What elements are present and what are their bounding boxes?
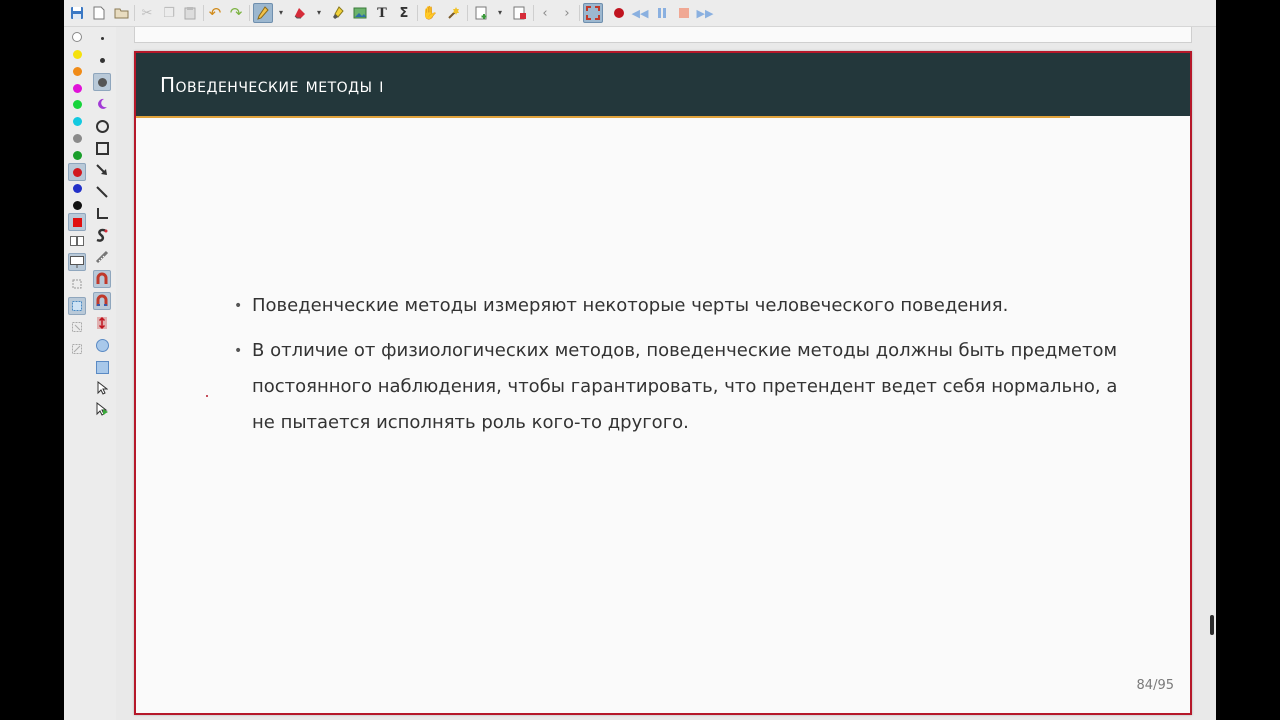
select-object-icon[interactable] xyxy=(68,318,86,336)
record-icon[interactable] xyxy=(609,3,629,23)
list-item: • В отличие от физиологических методов, … xyxy=(234,333,1134,441)
current-slide[interactable]: Поведенческие методы i • Поведенческие м… xyxy=(134,51,1192,715)
bullet-marker: • xyxy=(234,343,243,359)
undo-icon[interactable]: ↶ xyxy=(205,3,225,23)
color-black-swatch[interactable] xyxy=(68,196,86,214)
new-page-icon[interactable] xyxy=(89,3,109,23)
dropdown-arrow-icon[interactable]: ▾ xyxy=(314,3,324,23)
circle-icon[interactable] xyxy=(93,117,111,135)
text-icon[interactable]: T xyxy=(372,3,392,23)
annotation-dot xyxy=(206,395,208,397)
select-tool-icon[interactable] xyxy=(444,3,464,23)
latex-icon[interactable]: Σ xyxy=(394,3,414,23)
fast-forward-icon[interactable]: ▶▶ xyxy=(695,3,715,23)
ellipse-fill-icon[interactable] xyxy=(93,336,111,354)
open-folder-icon[interactable] xyxy=(111,3,131,23)
current-color-indicator[interactable] xyxy=(68,213,86,231)
cut-icon[interactable]: ✂ xyxy=(137,3,157,23)
vertical-scrollbar[interactable] xyxy=(1210,615,1214,635)
color-cyan-swatch[interactable] xyxy=(68,112,86,130)
select-area-icon[interactable] xyxy=(68,340,86,358)
medium-dot-icon[interactable] xyxy=(93,51,111,69)
pause-icon[interactable] xyxy=(652,3,672,23)
previous-slide-edge xyxy=(134,27,1192,43)
arrow-icon[interactable] xyxy=(93,161,111,179)
dropdown-arrow-icon[interactable]: ▾ xyxy=(495,3,505,23)
eraser-icon[interactable] xyxy=(291,3,311,23)
large-dot-icon[interactable] xyxy=(93,73,111,91)
line-icon[interactable] xyxy=(93,183,111,201)
pen-tool-icon[interactable] xyxy=(253,3,273,23)
bullet-text: В отличие от физиологических методов, по… xyxy=(252,340,1118,433)
paste-icon[interactable] xyxy=(180,3,200,23)
angle-icon[interactable] xyxy=(93,205,111,223)
color-blue-swatch[interactable] xyxy=(68,179,86,197)
two-pages-icon[interactable] xyxy=(68,232,86,250)
main-toolbar: ✂ ❐ ↶ ↷ ▾ ▾ T Σ ✋ ▾ ‹ › ◀◀ ▶▶ xyxy=(64,0,1216,27)
color-green-swatch[interactable] xyxy=(68,95,86,113)
bullet-marker: • xyxy=(234,298,243,314)
redo-icon[interactable]: ↷ xyxy=(226,3,246,23)
stop-icon[interactable] xyxy=(674,3,694,23)
header-progress-rule xyxy=(136,116,1070,118)
hand-icon[interactable]: ✋ xyxy=(420,3,440,23)
highlighter-icon[interactable] xyxy=(328,3,348,23)
copy-icon[interactable]: ❐ xyxy=(159,3,179,23)
image-icon[interactable] xyxy=(350,3,370,23)
magnet-fill-icon[interactable] xyxy=(93,292,111,310)
small-dot-icon[interactable] xyxy=(93,29,111,47)
save-icon[interactable] xyxy=(67,3,87,23)
add-page-icon[interactable] xyxy=(472,3,492,23)
color-yellow-swatch[interactable] xyxy=(68,45,86,63)
square-icon[interactable] xyxy=(93,139,111,157)
crop-icon[interactable] xyxy=(68,275,86,293)
ruler-icon[interactable] xyxy=(93,248,111,266)
page-number: 84/95 xyxy=(1136,678,1174,693)
next-page-icon[interactable]: › xyxy=(557,3,577,23)
spline-icon[interactable] xyxy=(93,226,111,244)
bullet-list: • Поведенческие методы измеряют некоторы… xyxy=(234,288,1134,450)
color-gray-swatch[interactable] xyxy=(68,129,86,147)
slide-header: Поведенческие методы i xyxy=(136,53,1190,116)
color-white-swatch[interactable] xyxy=(68,28,86,46)
presentation-icon[interactable] xyxy=(68,253,86,271)
delete-page-icon[interactable] xyxy=(510,3,530,23)
magnet-icon[interactable] xyxy=(93,270,111,288)
color-orange-swatch[interactable] xyxy=(68,62,86,80)
dropdown-arrow-icon[interactable]: ▾ xyxy=(276,3,286,23)
list-item: • Поведенческие методы измеряют некоторы… xyxy=(234,288,1134,324)
application-window: ✂ ❐ ↶ ↷ ▾ ▾ T Σ ✋ ▾ ‹ › ◀◀ ▶▶ Поведенчес… xyxy=(64,0,1216,720)
bullet-text: Поведенческие методы измеряют некоторые … xyxy=(252,295,1009,316)
rewind-icon[interactable]: ◀◀ xyxy=(630,3,650,23)
play-cursor-icon[interactable] xyxy=(93,400,111,418)
color-dark-green-swatch[interactable] xyxy=(68,146,86,164)
cursor-icon[interactable] xyxy=(93,379,111,397)
rectangle-fill-icon[interactable] xyxy=(93,358,111,376)
previous-page-icon[interactable]: ‹ xyxy=(535,3,555,23)
document-canvas[interactable]: Поведенческие методы i • Поведенческие м… xyxy=(116,27,1216,720)
tool-palette xyxy=(64,27,117,720)
slide-title: Поведенческие методы i xyxy=(160,73,384,97)
vertical-space-icon[interactable] xyxy=(93,314,111,332)
crescent-icon[interactable] xyxy=(93,95,111,113)
region-select-icon[interactable] xyxy=(68,297,86,315)
fullscreen-icon[interactable] xyxy=(583,3,603,23)
